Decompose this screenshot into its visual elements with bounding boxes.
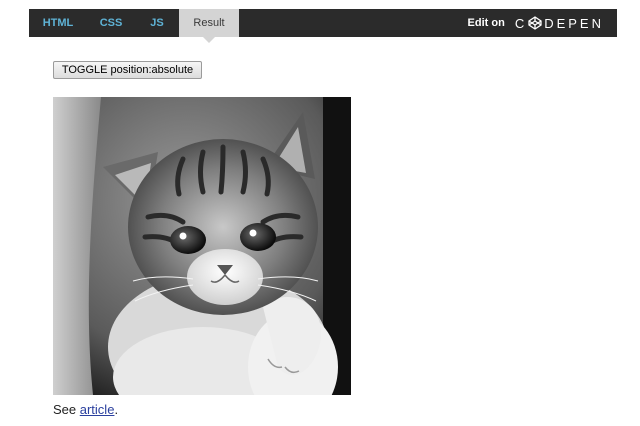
codepen-logo-c: C [514, 15, 528, 31]
tab-result[interactable]: Result [179, 9, 239, 43]
article-link[interactable]: article [80, 402, 115, 417]
edit-on-label: Edit on [467, 17, 505, 29]
kitten-image [53, 97, 351, 395]
tab-html[interactable]: HTML [29, 9, 87, 37]
caption-suffix: . [114, 402, 119, 417]
tab-css[interactable]: CSS [87, 9, 135, 37]
codepen-cube-icon [528, 16, 542, 30]
caption: See article. [53, 402, 118, 417]
caption-prefix: See [53, 402, 80, 417]
codepen-logo: C DEPEN [515, 16, 604, 31]
edit-on-codepen-link[interactable]: Edit on C DEPEN [468, 9, 617, 37]
codepen-logo-text: DEPEN [544, 15, 604, 31]
toggle-position-button[interactable]: TOGGLE position:absolute [53, 61, 202, 79]
tab-js[interactable]: JS [135, 9, 179, 37]
codepen-embed-bar: HTML CSS JS Result Edit on C DEPEN [29, 9, 617, 43]
